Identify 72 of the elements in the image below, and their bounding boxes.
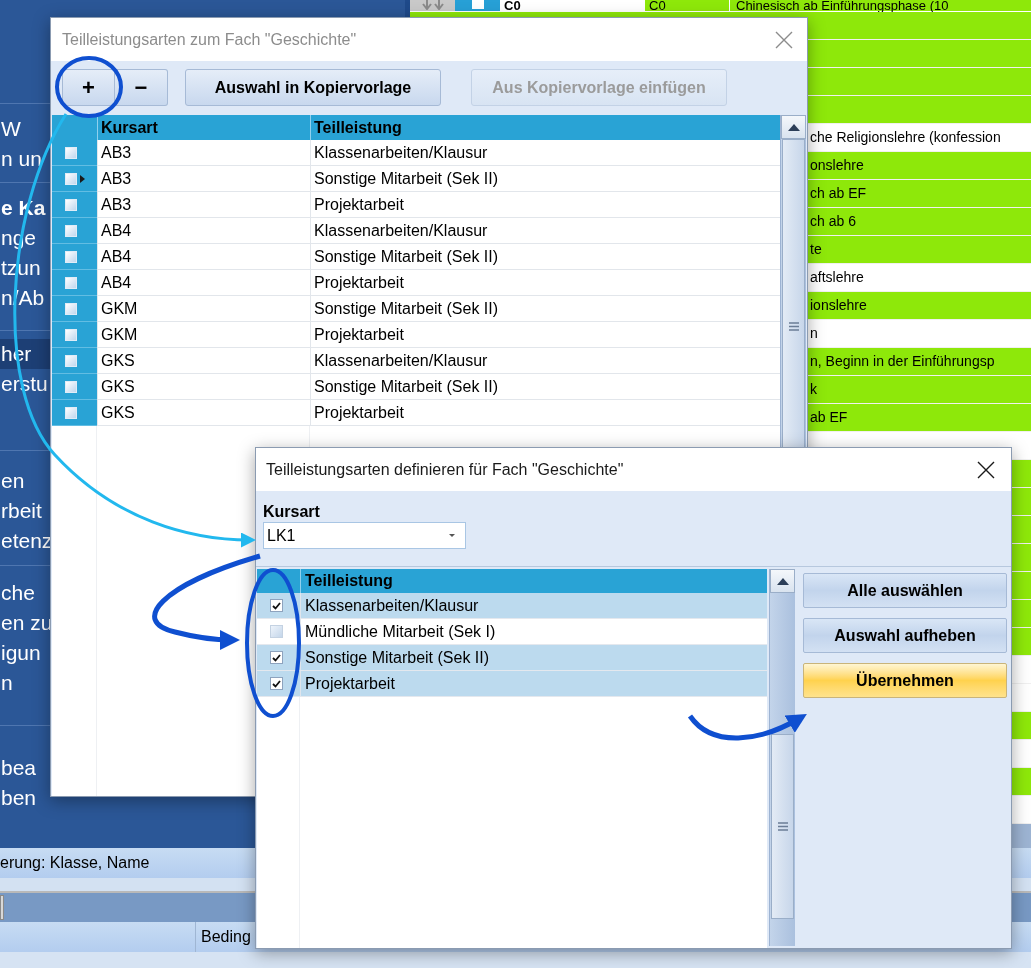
table-cell: Projektarbeit <box>310 322 780 348</box>
double-arrow-down-icon <box>419 0 446 10</box>
sort-label: erung: Klasse, Name <box>0 853 150 873</box>
button-edge[interactable] <box>0 895 4 920</box>
field-label: Kursart <box>263 502 321 521</box>
triangle-up-icon <box>776 577 789 585</box>
toolbar-button[interactable]: Auswahl in Kopiervorlage <box>185 69 441 106</box>
table-cell: AB4 <box>97 270 310 296</box>
checkbox[interactable] <box>270 677 283 690</box>
table-cell: Sonstige Mitarbeit (Sek II) <box>310 244 780 270</box>
close-icon[interactable] <box>977 460 995 479</box>
column-header[interactable]: Beding <box>196 922 251 952</box>
combo-box[interactable]: LK1 <box>263 522 466 549</box>
table-cell: GKM <box>97 322 310 348</box>
table-cell: AB4 <box>97 244 310 270</box>
table-cell-text: te <box>810 240 822 259</box>
grip-icon <box>777 822 788 831</box>
table-cell: Sonstige Mitarbeit (Sek II) <box>310 296 780 322</box>
table-cell-text: k <box>810 380 817 399</box>
table-cell-text: onslehre <box>810 156 864 175</box>
table-cell: Sonstige Mitarbeit (Sek II) <box>300 645 767 670</box>
table-cell-text: n <box>810 324 818 343</box>
scroll-up-button[interactable] <box>781 115 806 139</box>
scrollbar[interactable] <box>769 569 795 946</box>
table-cell: AB4 <box>97 218 310 244</box>
grip-icon <box>788 322 799 331</box>
table-cell: GKM <box>97 296 310 322</box>
table-cell: Projektarbeit <box>300 671 767 696</box>
table-cell: Sonstige Mitarbeit (Sek II) <box>310 374 780 400</box>
scroll-up-button[interactable] <box>770 569 795 593</box>
column-header[interactable]: Kursart <box>97 115 310 140</box>
table-cell: AB3 <box>97 140 310 166</box>
table-cell: AB3 <box>97 192 310 218</box>
table-cell-text: ionslehre <box>810 296 867 315</box>
table-cell: C0 <box>645 0 730 11</box>
checkbox[interactable] <box>471 0 484 9</box>
annotation-circle <box>55 56 123 118</box>
dialog-button[interactable]: Auswahl aufheben <box>803 618 1007 653</box>
table-cell: Projektarbeit <box>310 192 780 218</box>
checkbox[interactable] <box>270 651 283 664</box>
scrollbar-thumb[interactable] <box>771 734 794 919</box>
table-cell-text: aftslehre <box>810 268 864 287</box>
table-cell: AB3 <box>97 166 310 192</box>
table-cell: Klassenarbeiten/Klausur <box>310 140 780 166</box>
table-cell-text: ch ab EF <box>810 184 867 203</box>
table-cell: Klassenarbeiten/Klausur <box>310 218 780 244</box>
toolbar-button[interactable]: − <box>115 69 168 106</box>
checkbox[interactable] <box>270 625 283 638</box>
table-cell-text: n, Beginn in der Einführungsp <box>810 352 995 371</box>
table-cell: Sonstige Mitarbeit (Sek II) <box>310 166 780 192</box>
checkbox[interactable] <box>270 599 283 612</box>
table-cell: Projektarbeit <box>310 400 780 426</box>
table-cell: Mündliche Mitarbeit (Sek I) <box>300 619 767 644</box>
table-cell-text: ch ab 6 <box>810 212 856 231</box>
table-cell: GKS <box>97 374 310 400</box>
table-cell: GKS <box>97 400 310 426</box>
caret-icon <box>449 534 455 537</box>
table-cell-text: che Religionslehre (konfession <box>810 128 1001 147</box>
table-cell: GKS <box>97 348 310 374</box>
table-cell-text: ab EF <box>810 408 848 427</box>
window-title: Teilleistungsarten zum Fach "Geschichte" <box>62 29 357 50</box>
toolbar-button[interactable]: + <box>62 69 115 106</box>
table-cell: Klassenarbeiten/Klausur <box>310 348 780 374</box>
grid-handle[interactable] <box>410 0 455 11</box>
triangle-up-icon <box>787 123 800 131</box>
table-cell: Chinesisch ab Einführungsphase (10 <box>730 0 1031 11</box>
table-cell: Klassenarbeiten/Klausur <box>300 593 767 618</box>
table-cell: C0 <box>500 0 645 11</box>
table-cell: Projektarbeit <box>310 270 780 296</box>
dialog-button[interactable]: Übernehmen <box>803 663 1007 698</box>
window-title: Teilleistungsarten definieren für Fach "Geschichte" <box>266 459 624 480</box>
dialog-button[interactable]: Alle auswählen <box>803 573 1007 608</box>
